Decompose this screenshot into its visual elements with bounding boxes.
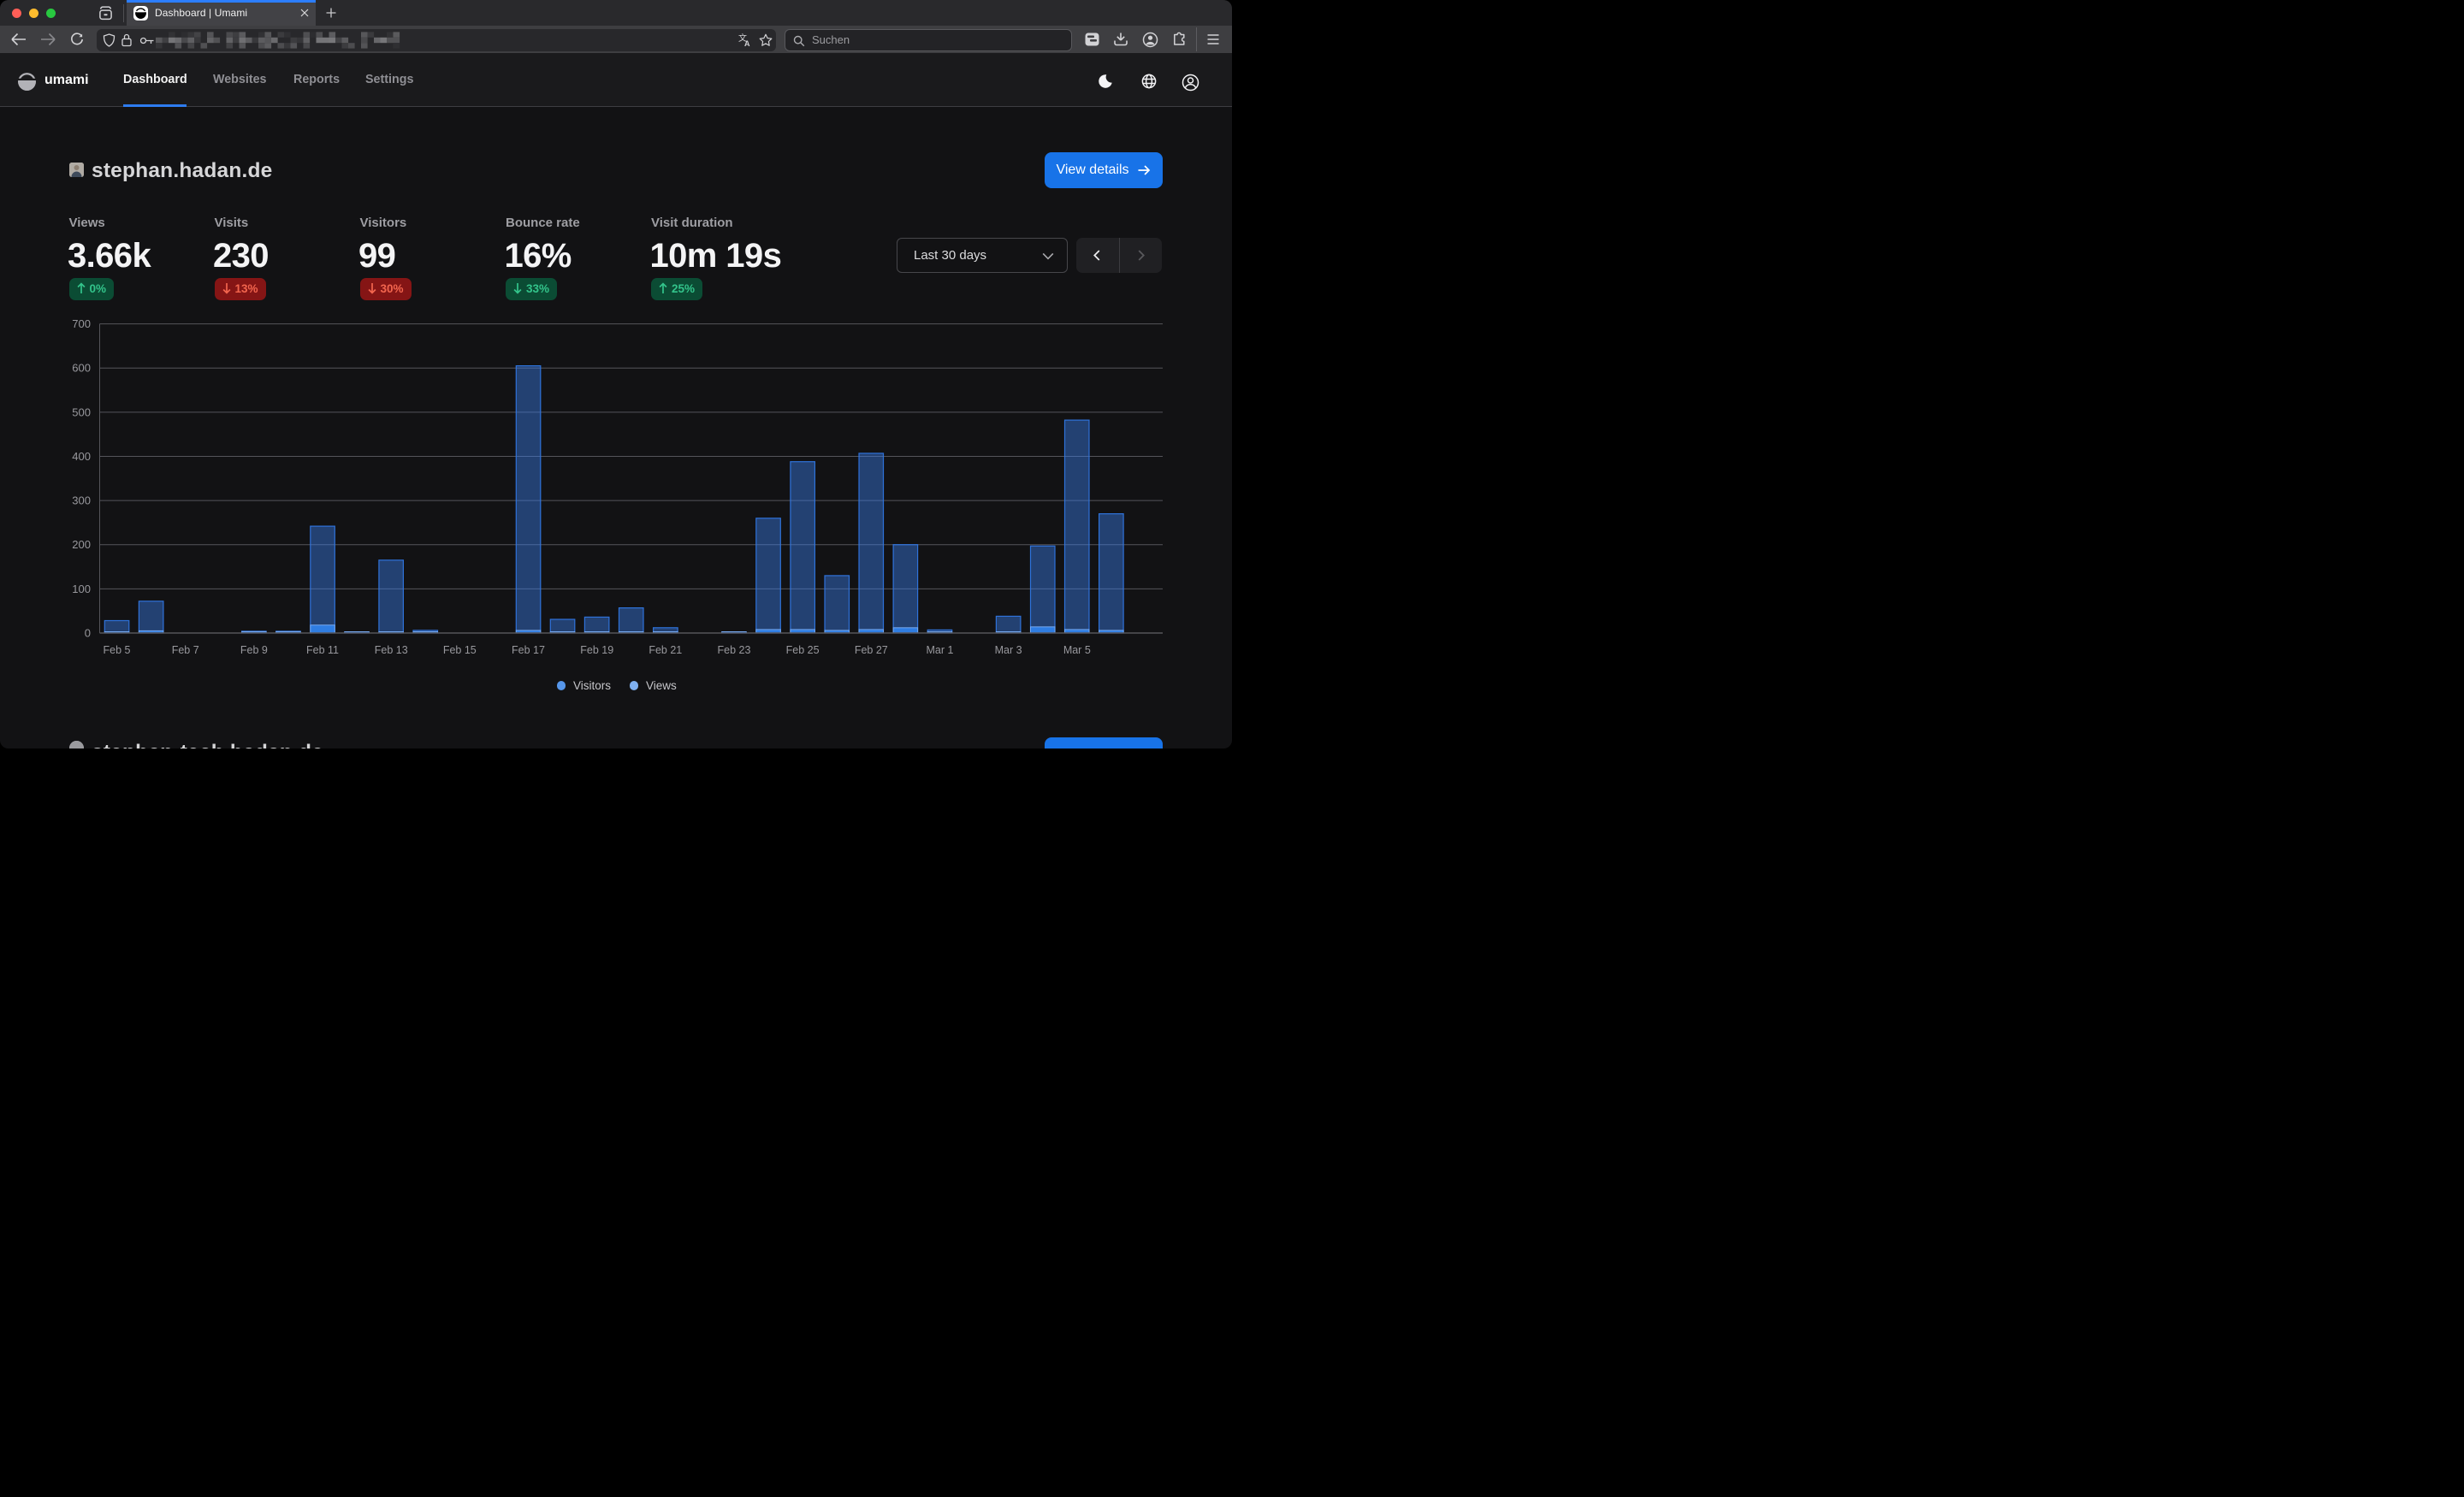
- svg-text:0: 0: [85, 627, 91, 640]
- svg-text:Feb 19: Feb 19: [580, 644, 613, 656]
- svg-text:600: 600: [72, 362, 91, 375]
- svg-text:Feb 25: Feb 25: [786, 644, 820, 656]
- svg-text:Feb 21: Feb 21: [649, 644, 682, 656]
- svg-text:400: 400: [72, 450, 91, 463]
- svg-text:Feb 5: Feb 5: [104, 644, 131, 656]
- svg-text:Feb 15: Feb 15: [443, 644, 477, 656]
- svg-text:100: 100: [72, 583, 91, 595]
- svg-text:Feb 9: Feb 9: [240, 644, 268, 656]
- svg-text:Mar 3: Mar 3: [995, 644, 1022, 656]
- svg-text:200: 200: [72, 538, 91, 551]
- svg-text:500: 500: [72, 405, 91, 418]
- svg-text:Mar 1: Mar 1: [927, 644, 954, 656]
- svg-text:Feb 13: Feb 13: [375, 644, 408, 656]
- svg-text:300: 300: [72, 494, 91, 507]
- svg-text:700: 700: [72, 317, 91, 330]
- svg-text:Feb 11: Feb 11: [306, 644, 339, 656]
- svg-text:Mar 5: Mar 5: [1063, 644, 1091, 656]
- svg-text:Feb 27: Feb 27: [855, 644, 888, 656]
- svg-text:A: A: [744, 39, 750, 47]
- svg-text:Feb 17: Feb 17: [512, 644, 545, 656]
- svg-text:Feb 7: Feb 7: [172, 644, 199, 656]
- svg-text:Feb 23: Feb 23: [718, 644, 751, 656]
